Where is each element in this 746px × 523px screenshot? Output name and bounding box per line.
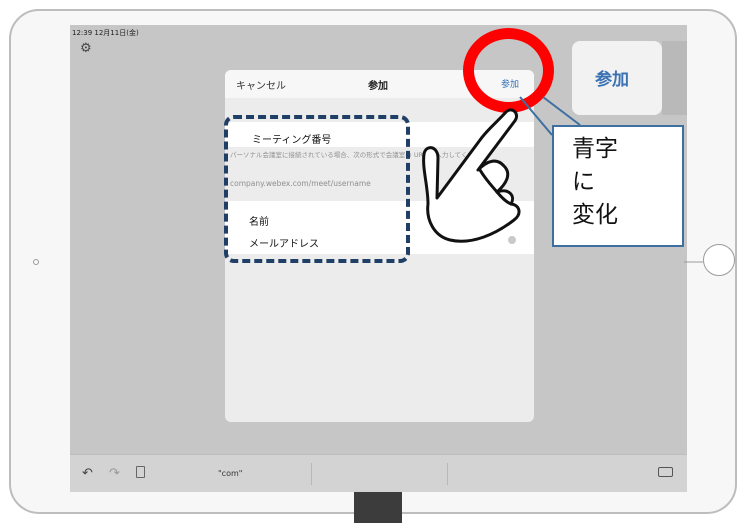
keyboard-hide-icon[interactable]: [658, 467, 673, 477]
suggestion-divider: [447, 463, 448, 485]
redo-icon[interactable]: ↷: [109, 466, 120, 481]
dialog-title: 参加: [368, 81, 388, 92]
keyboard-suggestion[interactable]: "com": [218, 469, 242, 478]
background-bar: [662, 41, 687, 115]
background-join-label: 参加: [595, 70, 629, 90]
tutorial-screenshot: 12:39 12月11日(金) ⚙ 参加 キャンセル 参加 参加 ミーティング番…: [0, 0, 746, 523]
dashed-highlight-box: [224, 115, 410, 263]
paste-icon[interactable]: [136, 466, 145, 478]
clear-icon[interactable]: [508, 236, 516, 244]
bottom-tab: [354, 492, 402, 523]
status-time: 12:39 12月11日(金): [72, 29, 139, 37]
red-highlight-circle: [463, 28, 554, 113]
callout-note: 青字 に 変化: [552, 125, 684, 247]
camera-dot: [33, 259, 39, 265]
home-button[interactable]: [703, 244, 735, 276]
gear-icon[interactable]: ⚙: [80, 42, 92, 55]
cancel-button[interactable]: キャンセル: [236, 77, 286, 92]
suggestion-divider: [311, 463, 312, 485]
callout-text: 青字 に 変化: [572, 136, 618, 228]
undo-icon[interactable]: ↶: [82, 466, 93, 481]
keyboard-shortcut-bar: ↶ ↷ "com": [70, 454, 687, 492]
